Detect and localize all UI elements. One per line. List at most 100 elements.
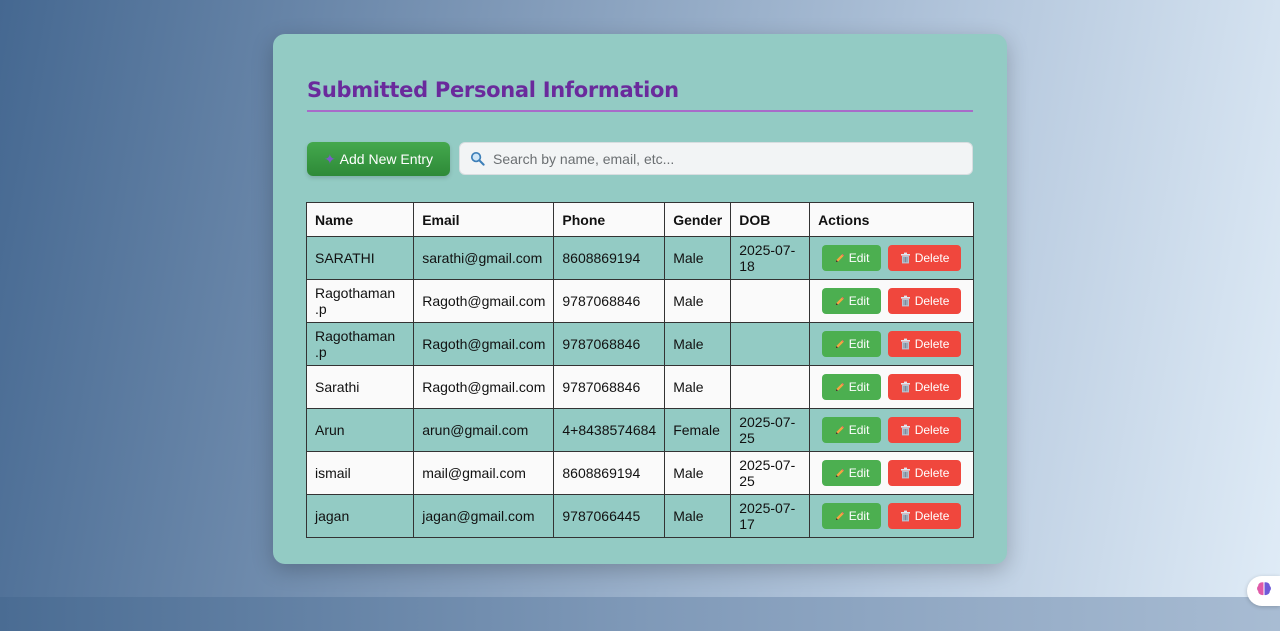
cell-dob	[730, 365, 811, 409]
cell-phone: 9787068846	[553, 279, 666, 323]
cell-email: Ragoth@gmail.com	[413, 365, 555, 409]
edit-button[interactable]: Edit	[822, 245, 882, 271]
delete-button-label: Delete	[914, 509, 950, 523]
edit-button[interactable]: Edit	[822, 288, 882, 314]
pencil-icon	[834, 339, 845, 350]
table-row: ismail mail@gmail.com 8608869194 Male 2025-0…	[305, 451, 974, 495]
cell-name: jagan	[305, 494, 415, 538]
cell-name: Ragothaman .p	[305, 322, 415, 366]
cell-actions: Edit Delete	[809, 322, 974, 366]
pencil-icon	[834, 253, 845, 264]
edit-button-label: Edit	[848, 251, 870, 265]
delete-button-label: Delete	[914, 294, 950, 308]
edit-button[interactable]: Edit	[822, 417, 882, 443]
column-header: Name	[305, 202, 415, 237]
cell-gender: Male	[664, 322, 732, 366]
column-header: Email	[413, 202, 555, 237]
cell-dob: 2025-07-17	[730, 494, 811, 538]
edit-button-label: Edit	[848, 294, 870, 308]
cell-dob: 2025-07-25	[730, 408, 811, 452]
cell-phone: 9787068846	[553, 322, 666, 366]
cell-dob	[730, 279, 811, 323]
assistant-widget-button[interactable]	[1247, 576, 1280, 606]
delete-button-label: Delete	[914, 337, 950, 351]
edit-button-label: Edit	[848, 466, 870, 480]
delete-button[interactable]: Delete	[888, 374, 962, 400]
edit-button-label: Edit	[848, 337, 870, 351]
cell-actions: Edit Delete	[809, 279, 974, 323]
pencil-icon	[834, 511, 845, 522]
cell-gender: Male	[664, 236, 732, 280]
column-header: Gender	[664, 202, 732, 237]
cell-email: Ragoth@gmail.com	[413, 279, 555, 323]
sparkle-icon: ✦	[323, 150, 336, 167]
add-new-entry-button[interactable]: ✦ Add New Entry	[307, 142, 450, 176]
table-row: Ragothaman .p Ragoth@gmail.com 9787068846 M…	[305, 279, 974, 323]
cell-email: sarathi@gmail.com	[413, 236, 555, 280]
edit-button-label: Edit	[848, 509, 870, 523]
table-header-row: Name Email Phone Gender DOB Actions	[305, 202, 974, 237]
table-row: Arun arun@gmail.com 4+8438574684 Female 2025…	[305, 408, 974, 452]
column-header: Actions	[809, 202, 974, 237]
column-header: Phone	[553, 202, 666, 237]
trash-icon	[900, 252, 911, 264]
cell-actions: Edit Delete	[809, 236, 974, 280]
trash-icon	[900, 424, 911, 436]
cell-dob: 2025-07-18	[730, 236, 811, 280]
delete-button[interactable]: Delete	[888, 503, 962, 529]
delete-button[interactable]: Delete	[888, 417, 962, 443]
cell-name: Sarathi	[305, 365, 415, 409]
cell-name: ismail	[305, 451, 415, 495]
delete-button[interactable]: Delete	[888, 245, 962, 271]
delete-button-label: Delete	[914, 423, 950, 437]
table-row: Sarathi Ragoth@gmail.com 9787068846 Male Edi…	[305, 365, 974, 409]
search-icon	[470, 151, 485, 166]
edit-button[interactable]: Edit	[822, 331, 882, 357]
column-header: DOB	[730, 202, 811, 237]
cell-phone: 4+8438574684	[553, 408, 666, 452]
edit-button[interactable]: Edit	[822, 503, 882, 529]
pencil-icon	[834, 382, 845, 393]
cell-gender: Male	[664, 365, 732, 409]
search-input[interactable]	[491, 149, 972, 168]
table-row: SARATHI sarathi@gmail.com 8608869194 Male 20…	[305, 236, 974, 280]
table-row: jagan jagan@gmail.com 9787066445 Male 2025-0…	[305, 494, 974, 538]
add-button-label: Add New Entry	[339, 151, 434, 167]
cell-name: SARATHI	[305, 236, 415, 280]
search-box[interactable]	[459, 142, 973, 175]
trash-icon	[900, 510, 911, 522]
cell-phone: 9787066445	[553, 494, 666, 538]
trash-icon	[900, 381, 911, 393]
delete-button-label: Delete	[914, 466, 950, 480]
cell-dob: 2025-07-25	[730, 451, 811, 495]
delete-button[interactable]: Delete	[888, 288, 962, 314]
delete-button[interactable]: Delete	[888, 331, 962, 357]
page-title: Submitted Personal Information	[307, 78, 973, 112]
cell-actions: Edit Delete	[809, 408, 974, 452]
delete-button-label: Delete	[914, 380, 950, 394]
trash-icon	[900, 467, 911, 479]
trash-icon	[900, 338, 911, 350]
entries-table: Name Email Phone Gender DOB Actions SARA…	[305, 202, 974, 538]
delete-button[interactable]: Delete	[888, 460, 962, 486]
cell-gender: Female	[664, 408, 732, 452]
edit-button[interactable]: Edit	[822, 374, 882, 400]
cell-gender: Male	[664, 279, 732, 323]
table-row: Ragothaman .p Ragoth@gmail.com 9787068846 M…	[305, 322, 974, 366]
pencil-icon	[834, 468, 845, 479]
edit-button-label: Edit	[848, 380, 870, 394]
cell-gender: Male	[664, 494, 732, 538]
edit-button[interactable]: Edit	[822, 460, 882, 486]
cell-name: Ragothaman .p	[305, 279, 415, 323]
cell-gender: Male	[664, 451, 732, 495]
brain-icon	[1255, 580, 1273, 603]
cell-phone: 8608869194	[553, 236, 666, 280]
cell-phone: 9787068846	[553, 365, 666, 409]
bottom-strip	[0, 597, 1280, 631]
delete-button-label: Delete	[914, 251, 950, 265]
info-card: Submitted Personal Information ✦ Add New…	[273, 34, 1007, 564]
cell-name: Arun	[305, 408, 415, 452]
cell-phone: 8608869194	[553, 451, 666, 495]
cell-email: arun@gmail.com	[413, 408, 555, 452]
cell-email: jagan@gmail.com	[413, 494, 555, 538]
